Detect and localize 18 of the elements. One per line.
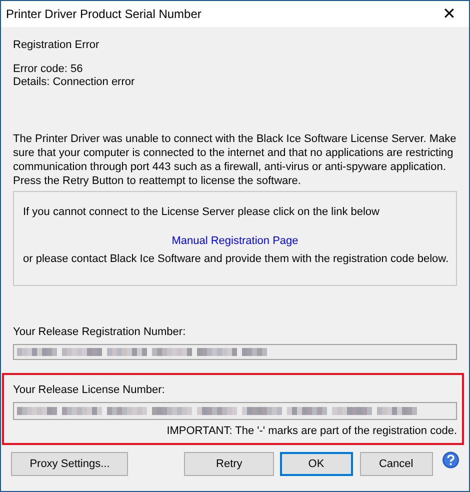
instruction-text: or please contact Black Ice Software and provide them with the registration code below. (23, 253, 449, 265)
important-note: IMPORTANT: The '-' marks are part of the registration code. (166, 425, 457, 437)
field-label: Your Release License Number: (13, 384, 166, 398)
number-field[interactable] (13, 402, 457, 420)
number-field[interactable] (13, 344, 457, 360)
help-icon[interactable] (442, 451, 459, 469)
window-title: Printer Driver Product Serial Number (6, 7, 202, 21)
proxy-settings-button[interactable]: Proxy Settings... (11, 452, 128, 476)
dialog-button[interactable]: Cancel (360, 452, 433, 476)
instruction-text: If you cannot connect to the License Server please click on the link below (23, 206, 380, 218)
error-heading: Registration Error (13, 39, 100, 51)
dialog-button[interactable]: OK (280, 452, 353, 476)
dialog-button[interactable]: Retry (184, 452, 274, 476)
error-detail: Details: Connection error (13, 76, 136, 89)
field-label: Your Release Registration Number: (13, 326, 187, 340)
error-message: The Printer Driver was unable to connect with the Black Ice Software License Server. Make sure that your computer is connected to the internet and that no applications are restricting communication through port 443 such as a firewall, anti-virus or anti-spyware application. Press the Retry Button to reattempt to license the software. (13, 132, 458, 188)
error-detail: Error code: 56 (13, 63, 84, 76)
manual-registration-link[interactable]: Manual Registration Page (172, 235, 298, 247)
